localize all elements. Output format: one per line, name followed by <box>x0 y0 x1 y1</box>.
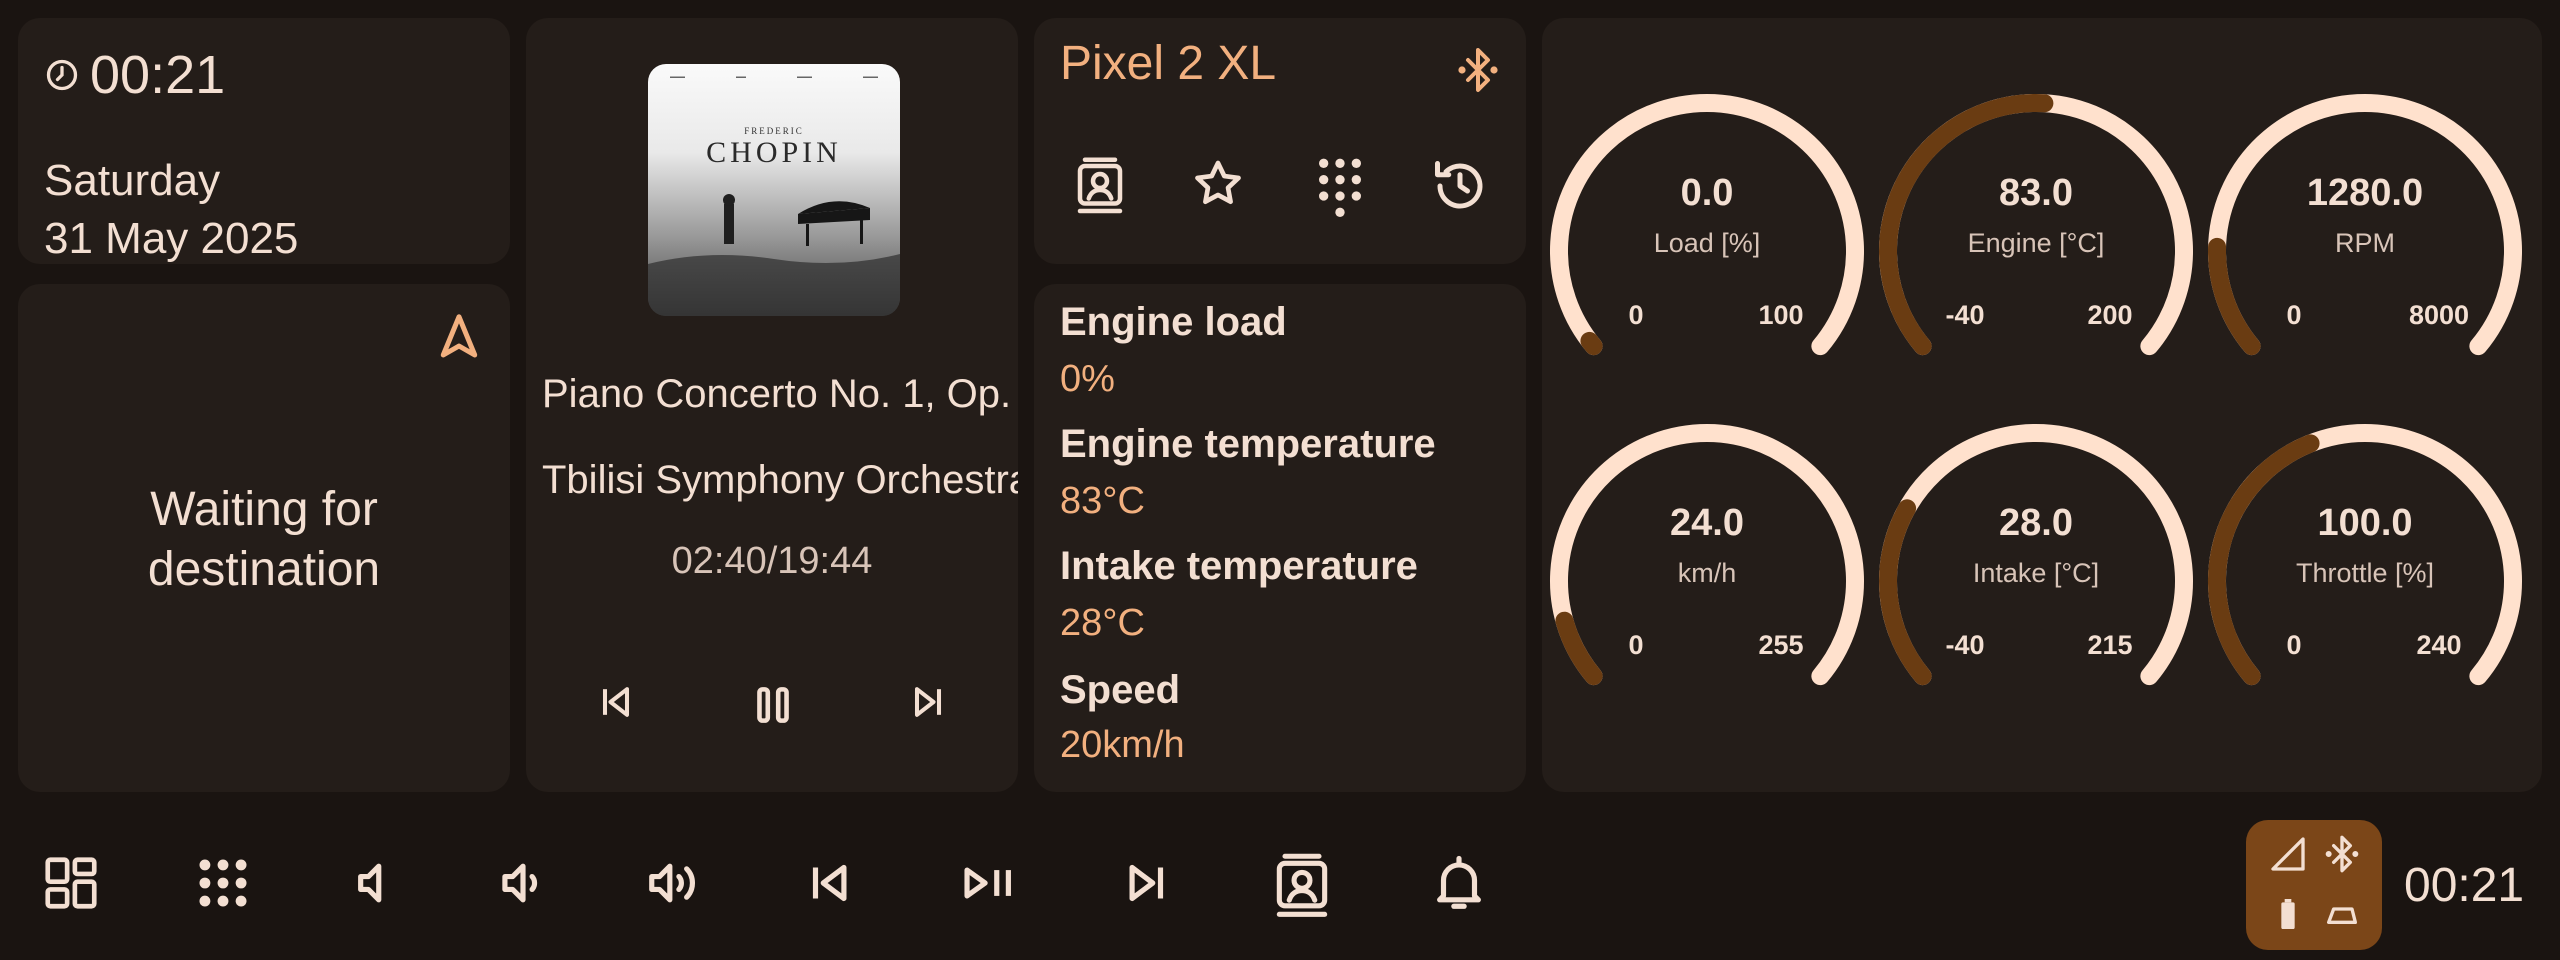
gauge-load: 0.0 Load [%] 0 100 <box>1542 86 1872 416</box>
gauge-min: 0 <box>1628 630 1644 660</box>
clock-card: 00:21 Saturday 31 May 2025 <box>18 18 510 264</box>
favorites-star-icon[interactable] <box>1190 156 1246 212</box>
date-day: Saturday <box>44 156 221 205</box>
dialpad-icon[interactable] <box>1312 156 1368 222</box>
gauge-fill <box>1580 331 1603 356</box>
gauge-max: 240 <box>2416 630 2462 660</box>
volume-mute-icon[interactable] <box>340 852 402 914</box>
obd-label-engine-temperature: Engine temperature <box>1060 422 1436 466</box>
gauge-min: 0 <box>1628 300 1644 330</box>
gauge-value: 24.0 <box>1670 502 1744 544</box>
track-artist: Tbilisi Symphony Orchestra <box>542 458 1018 502</box>
gauge-rpm: 1280.0 RPM 0 8000 <box>2200 86 2530 416</box>
gauge-max: 100 <box>1758 300 1804 330</box>
gauge-min: -40 <box>1945 300 1985 330</box>
album-art-scene <box>648 194 900 316</box>
bluetooth-icon <box>2322 834 2362 874</box>
contacts-icon[interactable] <box>1070 156 1130 216</box>
gauge-label: Throttle [%] <box>2295 558 2435 588</box>
gauge-max: 8000 <box>2408 300 2470 330</box>
gauge-max: 215 <box>2087 630 2133 660</box>
navigation-arrow-icon[interactable] <box>432 310 486 364</box>
clock-icon <box>44 57 80 93</box>
gauge-fill <box>1555 611 1603 686</box>
skip-previous-icon[interactable] <box>800 852 862 914</box>
obd-value-intake-temperature: 28°C <box>1060 602 1145 644</box>
navigation-card[interactable]: Waiting for destination <box>18 284 510 792</box>
obd-label-engine-load: Engine load <box>1060 300 1287 344</box>
gauge-min: 0 <box>2286 630 2302 660</box>
gauge-value: 83.0 <box>1999 172 2073 214</box>
album-art[interactable]: ▬▬▬ ▬▬ ▬▬▬ ▬▬▬ FREDERIC CHOPIN <box>648 64 900 316</box>
gauge-min: 0 <box>2286 300 2302 330</box>
gauge-min: -40 <box>1945 630 1985 660</box>
gauge-label: Intake [°C] <box>1972 558 2100 588</box>
skip-next-icon[interactable] <box>906 680 950 724</box>
gauge-speed: 24.0 km/h 0 255 <box>1542 416 1872 746</box>
clock-time: 00:21 <box>90 45 226 105</box>
clock-row: 00:21 <box>44 44 225 106</box>
pause-icon[interactable] <box>748 680 798 730</box>
status-bar-clock: 00:21 <box>2404 859 2525 912</box>
media-card: ▬▬▬ ▬▬ ▬▬▬ ▬▬▬ FREDERIC CHOPIN Piano Concer… <box>526 18 1018 792</box>
battery-icon <box>2268 894 2308 934</box>
gauge-value: 28.0 <box>1999 502 2073 544</box>
gauge-intake-temperature: 28.0 Intake [°C] -40 215 <box>1871 416 2201 746</box>
gauge-value: 0.0 <box>1680 172 1734 214</box>
gauge-label: RPM <box>2335 228 2395 258</box>
gauge-max: 200 <box>2087 300 2133 330</box>
gauge-throttle: 100.0 Throttle [%] 0 240 <box>2200 416 2530 746</box>
gauge-max: 255 <box>1758 630 1804 660</box>
obd-value-engine-temperature: 83°C <box>1060 480 1145 522</box>
volume-up-icon[interactable] <box>644 852 706 914</box>
obd-label-intake-temperature: Intake temperature <box>1060 544 1418 588</box>
phone-device-name: Pixel 2 XL <box>1060 37 1277 90</box>
obd-label-speed: Speed <box>1060 668 1181 712</box>
dashboard-icon[interactable] <box>40 852 102 914</box>
call-history-icon[interactable] <box>1430 156 1490 216</box>
gauges-card: 0.0 Load [%] 0 100 83.0 Engine [°C] -40 … <box>1542 18 2542 792</box>
skip-next-icon[interactable] <box>1114 852 1176 914</box>
status-pill[interactable] <box>2246 820 2382 950</box>
track-title: Piano Concerto No. 1, Op. 11 <box>542 372 1018 416</box>
gauge-value: 100.0 <box>2317 502 2413 544</box>
date-full: 31 May 2025 <box>44 214 299 263</box>
navigation-status: Waiting for destination <box>147 483 381 596</box>
gauge-label: Engine [°C] <box>1967 228 2105 258</box>
notifications-bell-icon[interactable] <box>1428 852 1490 914</box>
gauge-label: Load [%] <box>1653 228 1761 258</box>
obd-value-engine-load: 0% <box>1060 358 1115 400</box>
obd-value-speed: 20km/h <box>1060 724 1185 766</box>
phone-card: Pixel 2 XL <box>1034 18 1526 264</box>
gauge-engine-temperature: 83.0 Engine [°C] -40 200 <box>1871 86 2201 416</box>
gauge-value: 1280.0 <box>2306 172 2424 214</box>
gauge-label: km/h <box>1677 558 1737 588</box>
car-icon <box>2322 894 2362 934</box>
volume-down-icon[interactable] <box>492 852 554 914</box>
obd-card: Engine load 0% Engine temperature 83°C I… <box>1034 284 1526 792</box>
play-pause-icon[interactable] <box>958 852 1020 914</box>
bluetooth-icon[interactable] <box>1454 46 1502 94</box>
cell-signal-icon <box>2268 834 2308 874</box>
app-grid-icon[interactable] <box>192 852 254 914</box>
track-time: 02:40/19:44 <box>671 540 873 582</box>
contacts-icon[interactable] <box>1268 852 1336 920</box>
gauge-fill <box>2208 237 2261 356</box>
skip-previous-icon[interactable] <box>594 680 638 724</box>
